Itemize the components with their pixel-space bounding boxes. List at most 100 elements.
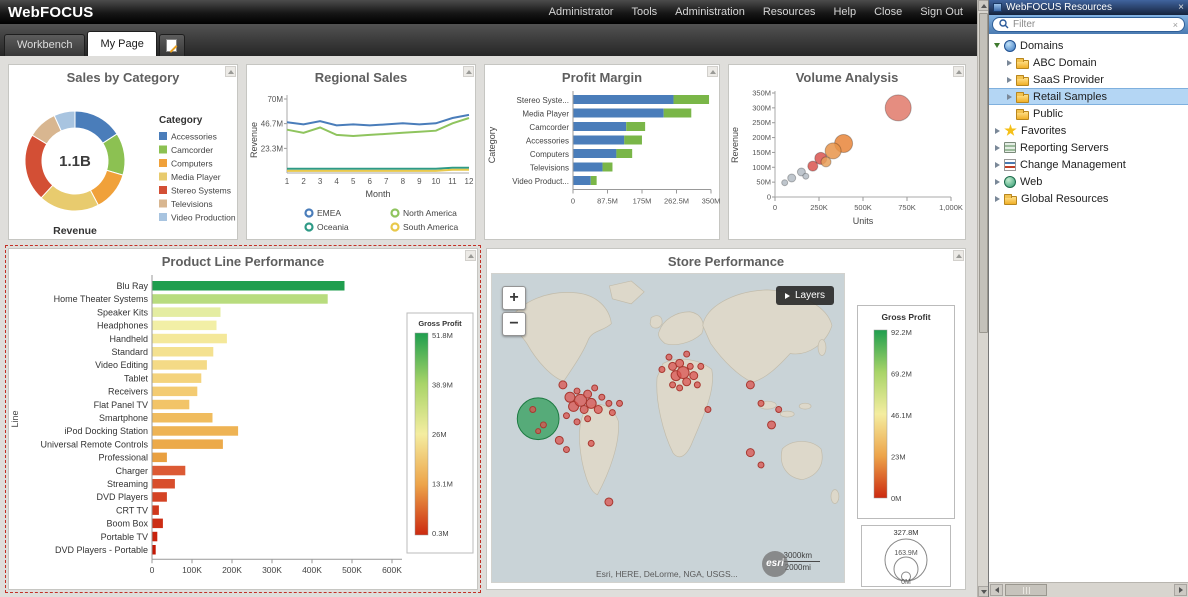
stacked-bar-media-player[interactable] bbox=[664, 109, 692, 118]
stacked-bar-video-product[interactable] bbox=[573, 176, 591, 185]
store-bubble[interactable] bbox=[609, 410, 615, 416]
scatter-bubble[interactable] bbox=[825, 143, 841, 159]
store-bubble[interactable] bbox=[758, 400, 764, 406]
store-bubble[interactable] bbox=[684, 351, 690, 357]
bar-charger[interactable] bbox=[153, 466, 186, 476]
store-bubble[interactable] bbox=[559, 381, 567, 389]
edit-page-tab[interactable] bbox=[159, 34, 185, 56]
bar-streaming[interactable] bbox=[153, 479, 175, 489]
bar-tablet[interactable] bbox=[153, 373, 202, 383]
store-bubble[interactable] bbox=[574, 419, 580, 425]
stacked-bar-camcorder[interactable] bbox=[626, 122, 645, 131]
line-series-emea[interactable] bbox=[287, 115, 469, 126]
expand-icon[interactable] bbox=[992, 196, 1002, 202]
store-bubble[interactable] bbox=[540, 422, 546, 428]
store-bubble[interactable] bbox=[555, 436, 563, 444]
panel-scroll-up-icon[interactable] bbox=[707, 66, 718, 77]
bar-home-theater-systems[interactable] bbox=[153, 294, 328, 304]
scrollbar-thumb[interactable] bbox=[979, 13, 988, 333]
tab-my-page[interactable]: My Page bbox=[87, 31, 156, 56]
tree-item-saas-provider[interactable]: SaaS Provider bbox=[989, 71, 1188, 88]
tree-item-public[interactable]: Public bbox=[989, 105, 1188, 122]
store-bubble[interactable] bbox=[768, 421, 776, 429]
expand-icon[interactable] bbox=[992, 145, 1002, 151]
filter-clear-icon[interactable]: × bbox=[1173, 20, 1178, 30]
bar-portable-tv[interactable] bbox=[153, 532, 158, 542]
donut-segment-stereo-systems[interactable] bbox=[25, 135, 53, 198]
menu-item-tools[interactable]: Tools bbox=[631, 6, 657, 18]
bar-universal-remote-controls[interactable] bbox=[153, 439, 223, 449]
store-bubble[interactable] bbox=[599, 394, 605, 400]
resources-horizontal-scrollbar[interactable] bbox=[989, 582, 1188, 597]
profit-margin-chart[interactable]: Stereo Syste...Media PlayerCamcorderAcce… bbox=[485, 85, 719, 239]
store-bubble[interactable] bbox=[565, 392, 575, 402]
panel-scroll-up-icon[interactable] bbox=[225, 66, 236, 77]
expand-icon[interactable] bbox=[1004, 77, 1014, 83]
tree-item-favorites[interactable]: Favorites bbox=[989, 122, 1188, 139]
panel-scroll-up-icon[interactable] bbox=[465, 250, 476, 261]
store-bubble[interactable] bbox=[758, 462, 764, 468]
store-bubble[interactable] bbox=[746, 449, 754, 457]
stacked-bar-stereo-syste[interactable] bbox=[573, 95, 674, 104]
menu-item-administrator[interactable]: Administrator bbox=[549, 6, 614, 18]
main-vertical-scrollbar[interactable] bbox=[977, 0, 988, 597]
tree-item-change-management[interactable]: Change Management bbox=[989, 156, 1188, 173]
bar-crt-tv[interactable] bbox=[153, 505, 159, 515]
bar-flat-panel-tv[interactable] bbox=[153, 400, 190, 410]
bar-smartphone[interactable] bbox=[153, 413, 213, 423]
zoom-out-button[interactable]: − bbox=[502, 312, 526, 336]
close-icon[interactable]: × bbox=[1178, 3, 1184, 13]
store-bubble[interactable] bbox=[585, 416, 591, 422]
bar-speaker-kits[interactable] bbox=[153, 307, 221, 317]
menu-item-help[interactable]: Help bbox=[833, 6, 856, 18]
world-map[interactable]: +−Layers3000km2000miEsri, HERE, DeLorme,… bbox=[491, 273, 845, 583]
collapse-icon[interactable] bbox=[992, 43, 1002, 48]
store-performance-chart[interactable]: +−Layers3000km2000miEsri, HERE, DeLorme,… bbox=[487, 269, 965, 589]
store-bubble[interactable] bbox=[584, 390, 592, 398]
store-bubble[interactable] bbox=[594, 406, 602, 414]
menu-item-sign-out[interactable]: Sign Out bbox=[920, 6, 963, 18]
product-line-performance-chart[interactable]: 0100K200K300K400K500K600KBlu RayHome The… bbox=[9, 269, 477, 589]
bar-receivers[interactable] bbox=[153, 387, 198, 397]
store-bubble[interactable] bbox=[574, 388, 580, 394]
menu-item-resources[interactable]: Resources bbox=[763, 6, 816, 18]
bar-headphones[interactable] bbox=[153, 321, 217, 331]
scatter-bubble[interactable] bbox=[803, 173, 809, 179]
stacked-bar-media-player[interactable] bbox=[573, 109, 664, 118]
volume-analysis-chart[interactable]: 050M100M150M200M250M300M350M0250K500K750… bbox=[729, 85, 965, 239]
store-bubble[interactable] bbox=[690, 372, 698, 380]
menu-item-administration[interactable]: Administration bbox=[675, 6, 745, 18]
store-bubble[interactable] bbox=[666, 354, 672, 360]
bar-handheld[interactable] bbox=[153, 334, 227, 344]
hscrollbar-thumb[interactable] bbox=[1005, 584, 1047, 596]
store-bubble[interactable] bbox=[670, 382, 676, 388]
stacked-bar-camcorder[interactable] bbox=[573, 122, 626, 131]
store-bubble[interactable] bbox=[705, 407, 711, 413]
scroll-left-button[interactable] bbox=[990, 584, 1003, 596]
stacked-bar-computers[interactable] bbox=[573, 149, 616, 158]
scatter-bubble[interactable] bbox=[782, 180, 788, 186]
store-bubble[interactable] bbox=[617, 400, 623, 406]
store-bubble[interactable] bbox=[746, 381, 754, 389]
menu-item-close[interactable]: Close bbox=[874, 6, 902, 18]
store-bubble[interactable] bbox=[683, 378, 691, 386]
zoom-in-button[interactable]: + bbox=[502, 286, 526, 310]
store-bubble[interactable] bbox=[605, 498, 613, 506]
scatter-bubble[interactable] bbox=[788, 174, 796, 182]
panel-scroll-up-icon[interactable] bbox=[953, 250, 964, 261]
store-bubble[interactable] bbox=[694, 382, 700, 388]
stacked-bar-stereo-syste[interactable] bbox=[674, 95, 710, 104]
stacked-bar-televisions[interactable] bbox=[603, 163, 613, 172]
store-bubble[interactable] bbox=[776, 407, 782, 413]
store-bubble[interactable] bbox=[530, 407, 536, 413]
line-series-south-america[interactable] bbox=[287, 170, 469, 171]
tree-item-web[interactable]: Web bbox=[989, 173, 1188, 190]
bar-boom-box[interactable] bbox=[153, 519, 163, 529]
panel-scroll-up-icon[interactable] bbox=[953, 66, 964, 77]
stacked-bar-computers[interactable] bbox=[616, 149, 632, 158]
store-bubble[interactable] bbox=[687, 363, 693, 369]
expand-icon[interactable] bbox=[992, 128, 1002, 134]
expand-icon[interactable] bbox=[1004, 94, 1014, 100]
store-bubble[interactable] bbox=[588, 440, 594, 446]
store-bubble[interactable] bbox=[676, 359, 684, 367]
